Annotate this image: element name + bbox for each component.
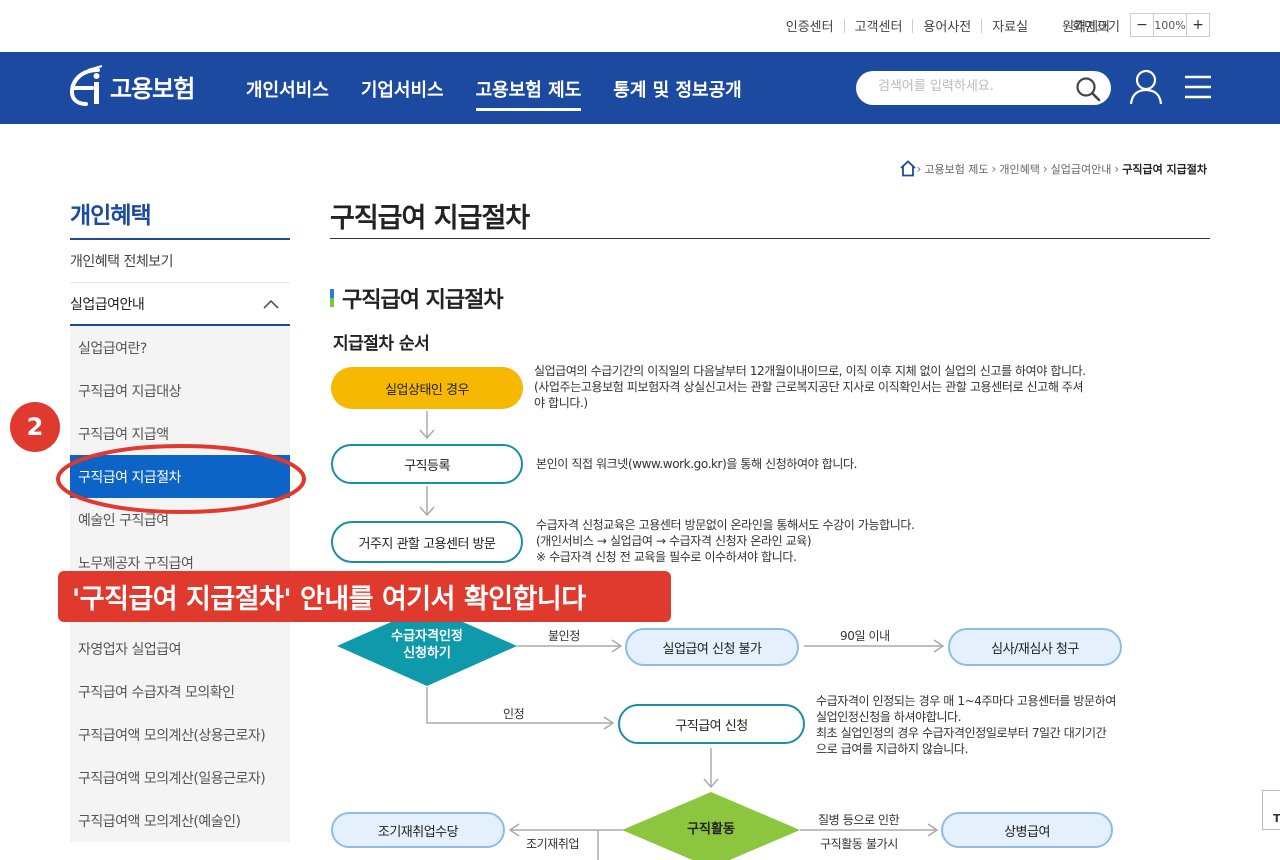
edge-label-early: 조기재취업	[526, 837, 580, 851]
activity-label: 구직활동	[687, 821, 735, 837]
step-job-registration-box: 구직등록	[331, 444, 523, 484]
step-visit-center-desc: 수급자격 신청교육은 고용센터 방문없이 온라인을 통해서도 수강이 가능합니다…	[536, 518, 915, 564]
procedure-flowchart: 실업상태인 경우 실업급여의 수급기간의 이직일의 다음날부터 12개월이내이므…	[0, 0, 1280, 860]
sickness-benefit-box: 상병급여	[941, 812, 1113, 848]
step-visit-center-box: 거주지 관할 고용센터 방문	[331, 521, 523, 563]
rejected-box: 실업급여 신청 불가	[625, 628, 799, 666]
early-reemployment-box: 조기재취업수당	[331, 812, 505, 848]
edge-label-sick2: 구직활동 불가시	[820, 837, 898, 851]
step-unemployed-desc: 실업급여의 수급기간의 이직일의 다음날부터 12개월이내이므로, 이직 이후 …	[534, 364, 1086, 410]
appeal-box: 심사/재심사 청구	[948, 628, 1122, 666]
step-unemployed-box: 실업상태인 경우	[331, 367, 523, 409]
step-job-registration-desc: 본인이 직접 워크넷(www.work.go.kr)을 통해 신청하여야 합니다…	[536, 457, 858, 471]
claim-desc: 수급자격이 인정되는 경우 매 1~4주마다 고용센터를 방문하여 실업인정신청…	[816, 694, 1116, 756]
scroll-top-button[interactable]: TO	[1262, 790, 1280, 830]
edge-label-sick1: 질병 등으로 인한	[818, 813, 900, 827]
edge-label-rejected: 불인정	[548, 629, 580, 643]
step-number-badge: 2	[10, 402, 60, 452]
step-qualification-label: 수급자격인정 신청하기	[391, 629, 463, 661]
annotation-callout: '구직급여 지급절차' 안내를 여기서 확인합니다	[58, 571, 671, 622]
edge-label-90days: 90일 이내	[840, 629, 890, 643]
highlight-ellipse	[56, 444, 306, 514]
edge-label-approved: 인정	[503, 707, 525, 721]
claim-box: 구직급여 신청	[618, 704, 805, 744]
